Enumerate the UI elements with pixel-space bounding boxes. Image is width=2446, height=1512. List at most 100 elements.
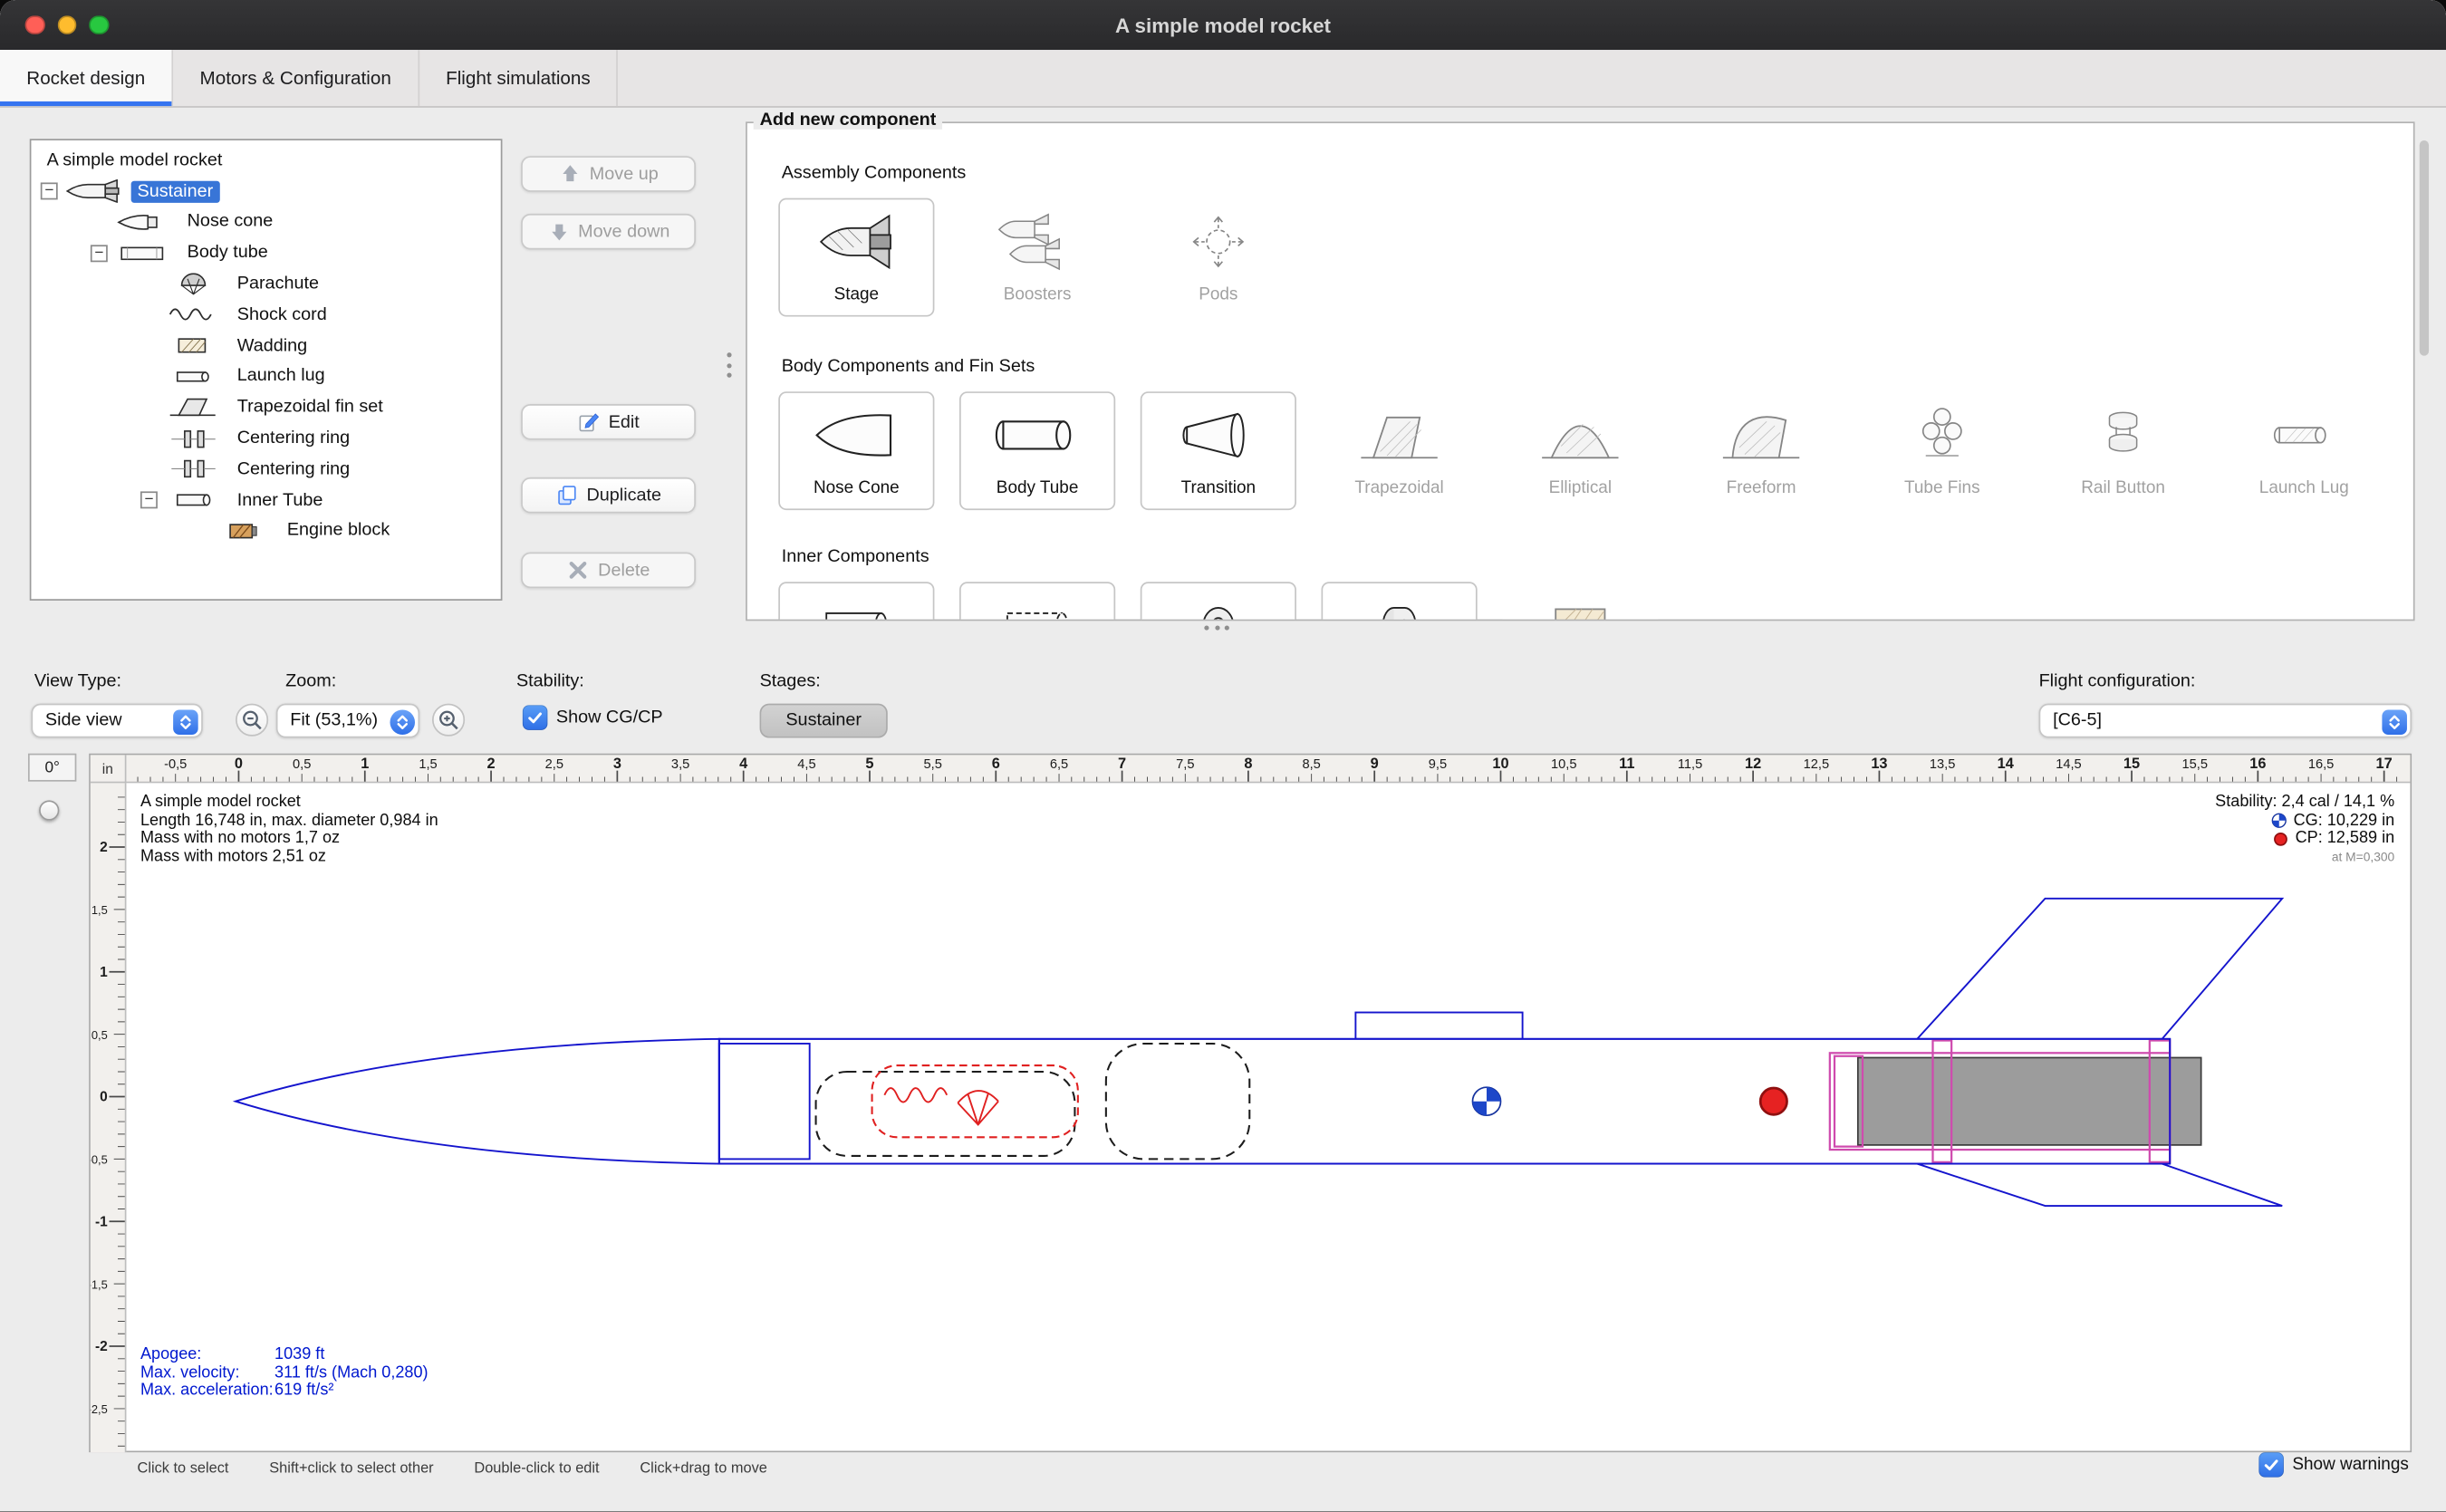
tree-item-shock-cord[interactable]: Shock cord (31, 300, 500, 331)
zoom-window-button[interactable] (89, 14, 109, 34)
splitter-handle[interactable] (727, 352, 731, 378)
add-bulkhead-button[interactable] (1321, 582, 1477, 621)
tab-label: Flight simulations (446, 67, 591, 89)
show-warnings-label: Show warnings (2292, 1455, 2408, 1474)
add-tube-fins-button[interactable]: Tube Fins (1864, 391, 2020, 510)
flight-stat-label: Apogee: (140, 1346, 274, 1364)
innertube-icon (164, 487, 223, 513)
add-nose-cone-button[interactable]: Nose Cone (778, 391, 934, 510)
add-rail-button-button[interactable]: Rail Button (2045, 391, 2200, 510)
show-cgcp-control[interactable]: Show CG/CP (523, 705, 663, 729)
svg-text:12: 12 (1745, 756, 1761, 772)
button-label: Edit (609, 412, 640, 431)
rotation-value[interactable]: 0° (28, 754, 76, 782)
svg-text:10,5: 10,5 (1551, 757, 1576, 772)
svg-text:2: 2 (100, 840, 108, 855)
svg-text:11,5: 11,5 (1678, 757, 1702, 772)
expander-minus-icon[interactable]: − (91, 245, 108, 262)
delete-button[interactable]: Delete (521, 553, 696, 589)
engineblockbig-icon (1535, 592, 1625, 621)
svg-text:0,5: 0,5 (91, 1028, 108, 1042)
expander-minus-icon[interactable]: − (41, 183, 58, 200)
add-body-tube-button[interactable]: Body Tube (959, 391, 1115, 510)
move-up-button[interactable]: Move up (521, 156, 696, 192)
tab-flight-simulations[interactable]: Flight simulations (419, 50, 619, 106)
flight-stat-value: 1039 ft (274, 1346, 324, 1364)
tree-item-label: A simple model rocket (41, 149, 228, 171)
tree-item-label: Engine block (281, 520, 396, 542)
tree-item-body-tube[interactable]: −Body tube (31, 237, 500, 268)
flight-stat-value: 311 ft/s (Mach 0,280) (274, 1364, 429, 1382)
add-pods-button[interactable]: Pods (1141, 198, 1296, 317)
show-warnings-control[interactable]: Show warnings (2258, 1452, 2408, 1477)
svg-text:16,5: 16,5 (2308, 757, 2334, 772)
add-freeform-button[interactable]: Freeform (1683, 391, 1839, 510)
tree-item-parachute[interactable]: Parachute (31, 268, 500, 299)
svg-text:0: 0 (235, 756, 243, 772)
rocket-view[interactable]: A simple model rocketLength 16,748 in, m… (126, 783, 2410, 1450)
tree-item-centering-ring[interactable]: Centering ring (31, 454, 500, 485)
add-component-title: Add new component (754, 111, 943, 130)
elliptical-icon (1535, 402, 1625, 467)
add-coupler-button[interactable] (959, 582, 1115, 621)
svg-text:14: 14 (1998, 756, 2014, 772)
show-cgcp-checkbox[interactable] (523, 705, 547, 729)
tab-rocket-design[interactable]: Rocket design (0, 50, 173, 106)
tree-item-engine-block[interactable]: Engine block (31, 515, 500, 546)
zoom-select[interactable]: Fit (53,1%) (276, 704, 419, 738)
add-elliptical-button[interactable]: Elliptical (1502, 391, 1658, 510)
rocket-info-line: Mass with no motors 1,7 oz (140, 830, 438, 848)
stability-label: Stability: (516, 672, 584, 691)
tree-item-nose-cone[interactable]: Nose cone (31, 207, 500, 237)
flight-stat-label: Max. velocity: (140, 1364, 274, 1382)
add-stage-button[interactable]: Stage (778, 198, 934, 317)
delete-icon (567, 558, 591, 582)
minimize-button[interactable] (57, 14, 77, 34)
titlebar: A simple model rocket (0, 0, 2446, 50)
add-launch-lug-button[interactable]: Launch Lug (2226, 391, 2382, 510)
stability-value: Stability: 2,4 cal / 14,1 % (2215, 794, 2394, 812)
component-label: Pods (1199, 285, 1237, 305)
svg-text:1,5: 1,5 (419, 757, 437, 772)
duplicate-button[interactable]: Duplicate (521, 477, 696, 514)
zoom-in-button[interactable] (432, 704, 465, 737)
add-centeringring2-button[interactable] (1141, 582, 1296, 621)
tree-item-a-simple-model-rocket[interactable]: A simple model rocket (31, 145, 500, 176)
add-transition-button[interactable]: Transition (1141, 391, 1296, 510)
move-down-button[interactable]: Move down (521, 214, 696, 250)
tree-item-label: Parachute (231, 273, 325, 294)
add-boosters-button[interactable]: Boosters (959, 198, 1115, 317)
add-engineblockbig-button[interactable] (1502, 582, 1658, 621)
zoom-out-button[interactable] (236, 704, 268, 737)
magnifier-minus-icon (240, 708, 264, 732)
svg-text:1: 1 (361, 756, 369, 772)
flight-config-select[interactable]: [C6-5] (2039, 704, 2412, 738)
close-button[interactable] (25, 14, 45, 34)
add-innertube2-button[interactable] (778, 582, 934, 621)
panel-collapse-handle[interactable] (1204, 625, 1229, 630)
expander-minus-icon[interactable]: − (140, 492, 158, 509)
launchlug-icon (2258, 402, 2349, 467)
tree-item-sustainer[interactable]: −Sustainer (31, 176, 500, 207)
stage-toggle-sustainer[interactable]: Sustainer (760, 704, 888, 738)
rocket-drawing (126, 783, 2410, 1450)
scrollbar-thumb[interactable] (2420, 140, 2429, 356)
traffic-lights (25, 14, 109, 34)
view-type-select[interactable]: Side view (31, 704, 202, 738)
bodytube-icon (114, 241, 173, 266)
svg-text:8,5: 8,5 (1302, 757, 1320, 772)
edit-button[interactable]: Edit (521, 404, 696, 440)
svg-text:4: 4 (739, 756, 747, 772)
show-warnings-checkbox[interactable] (2258, 1452, 2283, 1477)
rotation-slider-knob[interactable] (39, 800, 59, 820)
tree-item-centering-ring[interactable]: Centering ring (31, 423, 500, 454)
centeringring-icon (164, 426, 223, 451)
tree-item-trapezoidal-fin-set[interactable]: Trapezoidal fin set (31, 392, 500, 423)
tab-motors-configuration[interactable]: Motors & Configuration (173, 50, 419, 106)
tree-item-inner-tube[interactable]: −Inner Tube (31, 485, 500, 515)
tree-item-launch-lug[interactable]: Launch lug (31, 361, 500, 392)
coupler-icon (992, 592, 1083, 621)
engineblock-icon (214, 518, 273, 544)
tree-item-wadding[interactable]: Wadding (31, 331, 500, 361)
add-trapezoidal-button[interactable]: Trapezoidal (1321, 391, 1477, 510)
